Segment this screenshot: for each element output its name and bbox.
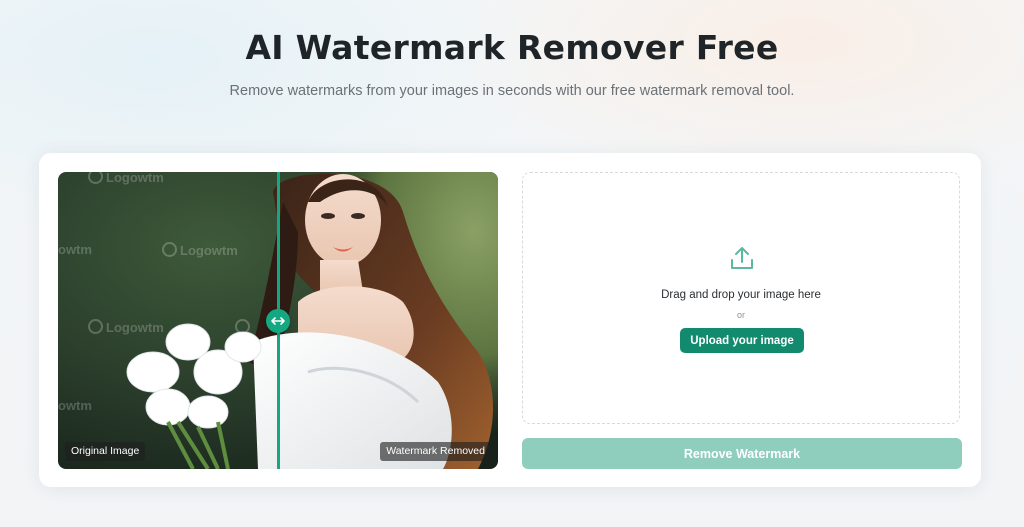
watermark-text: owtm: [58, 242, 92, 257]
drag-drop-text: Drag and drop your image here: [661, 289, 821, 301]
page-subtitle: Remove watermarks from your images in se…: [229, 83, 795, 99]
watermark-text: Logowtm: [88, 172, 164, 185]
image-dropzone[interactable]: Drag and drop your image here or Upload …: [522, 172, 960, 424]
before-after-comparison[interactable]: Logowtm owtm Logowtm Logowtm owtm Origin…: [58, 172, 498, 469]
page-title: AI Watermark Remover Free: [245, 28, 779, 67]
tool-card: Logowtm owtm Logowtm Logowtm owtm Origin…: [39, 153, 981, 487]
or-separator: or: [736, 310, 745, 320]
watermark-text: Logowtm: [88, 319, 164, 335]
upload-icon: [731, 247, 753, 269]
original-image-label: Original Image: [65, 442, 146, 461]
upload-image-button[interactable]: Upload your image: [680, 328, 804, 353]
watermark-text: Logowtm: [162, 242, 238, 258]
left-right-arrows-icon: [271, 317, 285, 325]
remove-watermark-button[interactable]: Remove Watermark: [522, 438, 962, 469]
watermark-removed-label: Watermark Removed: [380, 442, 491, 461]
watermark-text: owtm: [58, 398, 92, 413]
watermark-icon: [235, 319, 253, 335]
comparison-slider-handle[interactable]: [266, 309, 290, 333]
